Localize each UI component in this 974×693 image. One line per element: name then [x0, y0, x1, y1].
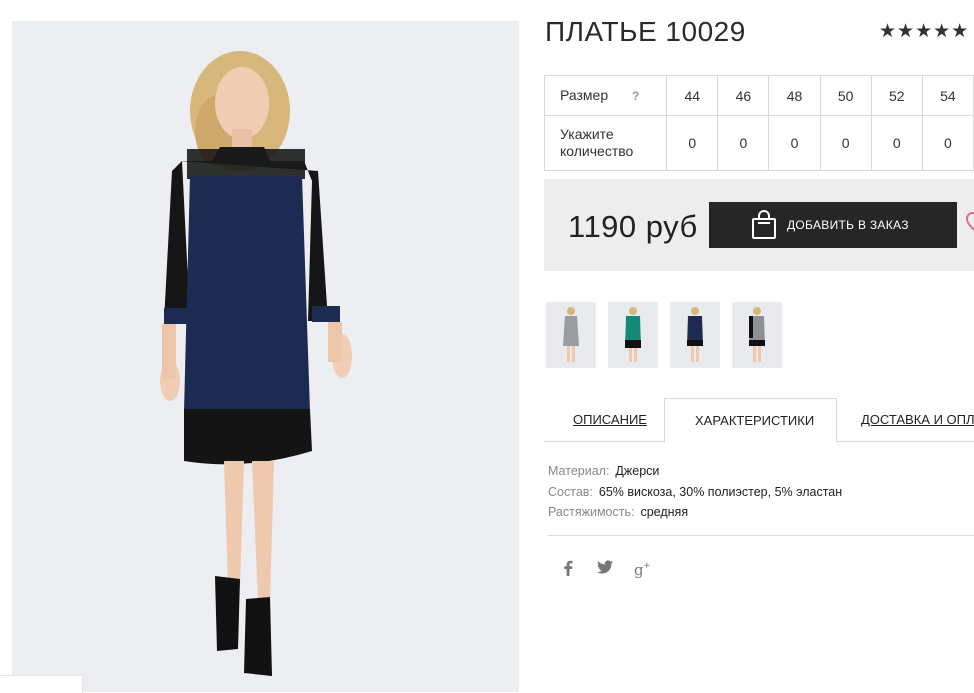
quantity-input-50[interactable]: 0: [819, 115, 872, 171]
quantity-input-46[interactable]: 0: [717, 115, 770, 171]
size-46: 46: [717, 75, 770, 116]
add-to-order-label: ДОБАВИТЬ В ЗАКАЗ: [787, 218, 909, 232]
order-panel: 1190 руб ДОБАВИТЬ В ЗАКАЗ: [544, 179, 974, 271]
size-help-icon[interactable]: ?: [632, 89, 639, 103]
svg-text:+: +: [643, 561, 651, 571]
quantity-input-54[interactable]: 0: [921, 115, 974, 171]
tab-description[interactable]: ОПИСАНИЕ: [573, 398, 647, 442]
facebook-icon[interactable]: [563, 560, 573, 580]
size-row: Размер ? 44 46 48 50 52 54: [543, 75, 974, 116]
spec-value: средняя: [640, 505, 689, 519]
tab-characteristics[interactable]: ХАРАКТЕРИСТИКИ: [664, 398, 837, 443]
spec-key: Материал:: [548, 464, 610, 478]
size-50: 50: [819, 75, 872, 116]
spec-value: 65% вискоза, 30% полиэстер, 5% эластан: [598, 484, 843, 499]
quantity-row: Укажите количество 0 0 0 0 0 0: [543, 115, 974, 171]
size-44: 44: [666, 75, 719, 116]
heart-icon[interactable]: [964, 212, 974, 236]
tab-delivery-payment-label: ДОСТАВКА И ОПЛАТА: [861, 412, 974, 427]
product-title: ПЛАТЬЕ 10029: [545, 16, 746, 47]
quantity-label-cell: Укажите количество: [543, 115, 668, 171]
quantity-input-44[interactable]: 0: [666, 115, 719, 171]
size-label: Размер: [560, 86, 609, 103]
shopping-bag-icon: [751, 210, 777, 240]
spec-value: Джерси: [615, 464, 660, 478]
add-to-order-button[interactable]: ДОБАВИТЬ В ЗАКАЗ: [709, 202, 957, 248]
product-tabs: ОПИСАНИЕ ХАРАКТЕРИСТИКИ ДОСТАВКА И ОПЛАТ…: [544, 398, 974, 443]
product-main-photo[interactable]: [12, 21, 519, 692]
page-corner-strip: [0, 675, 83, 693]
spec-row: Растяжимость: средняя: [548, 502, 842, 523]
quantity-input-52[interactable]: 0: [870, 115, 923, 171]
characteristics-list: Материал: Джерси Состав: 65% вискоза, 30% …: [548, 461, 842, 523]
spec-row: Состав: 65% вискоза, 30% полиэстер, 5% эл…: [548, 482, 842, 503]
tab-delivery-payment[interactable]: ДОСТАВКА И ОПЛАТА: [861, 398, 974, 442]
size-label-cell: Размер ?: [543, 75, 668, 116]
quantity-input-48[interactable]: 0: [768, 115, 821, 171]
spec-key: Состав:: [548, 484, 593, 499]
tab-description-label: ОПИСАНИЕ: [573, 412, 647, 427]
size-quantity-table: Размер ? 44 46 48 50 52 54 Укажите колич…: [543, 75, 974, 171]
rating-stars[interactable]: ★★★★★: [879, 20, 969, 43]
google-plus-icon[interactable]: g +: [634, 560, 652, 582]
quantity-label-line1: Укажите: [560, 126, 614, 142]
spec-row: Материал: Джерси: [548, 461, 842, 482]
size-54: 54: [921, 75, 974, 116]
thumbnail-grey-dress[interactable]: [546, 302, 596, 368]
thumbnail-grey-black-dress[interactable]: [732, 302, 782, 368]
thumbnail-green-dress[interactable]: [608, 302, 658, 368]
size-52: 52: [870, 75, 923, 116]
product-price: 1190 руб: [568, 209, 698, 244]
twitter-icon[interactable]: [597, 560, 613, 578]
model-in-dress-image: [12, 21, 519, 692]
tab-characteristics-label: ХАРАКТЕРИСТИКИ: [695, 413, 815, 428]
divider: [548, 535, 974, 536]
thumbnail-navy-dress[interactable]: [670, 302, 720, 368]
spec-key: Растяжимость:: [548, 505, 635, 519]
size-48: 48: [768, 75, 821, 116]
quantity-label-line2: количество: [560, 143, 634, 159]
